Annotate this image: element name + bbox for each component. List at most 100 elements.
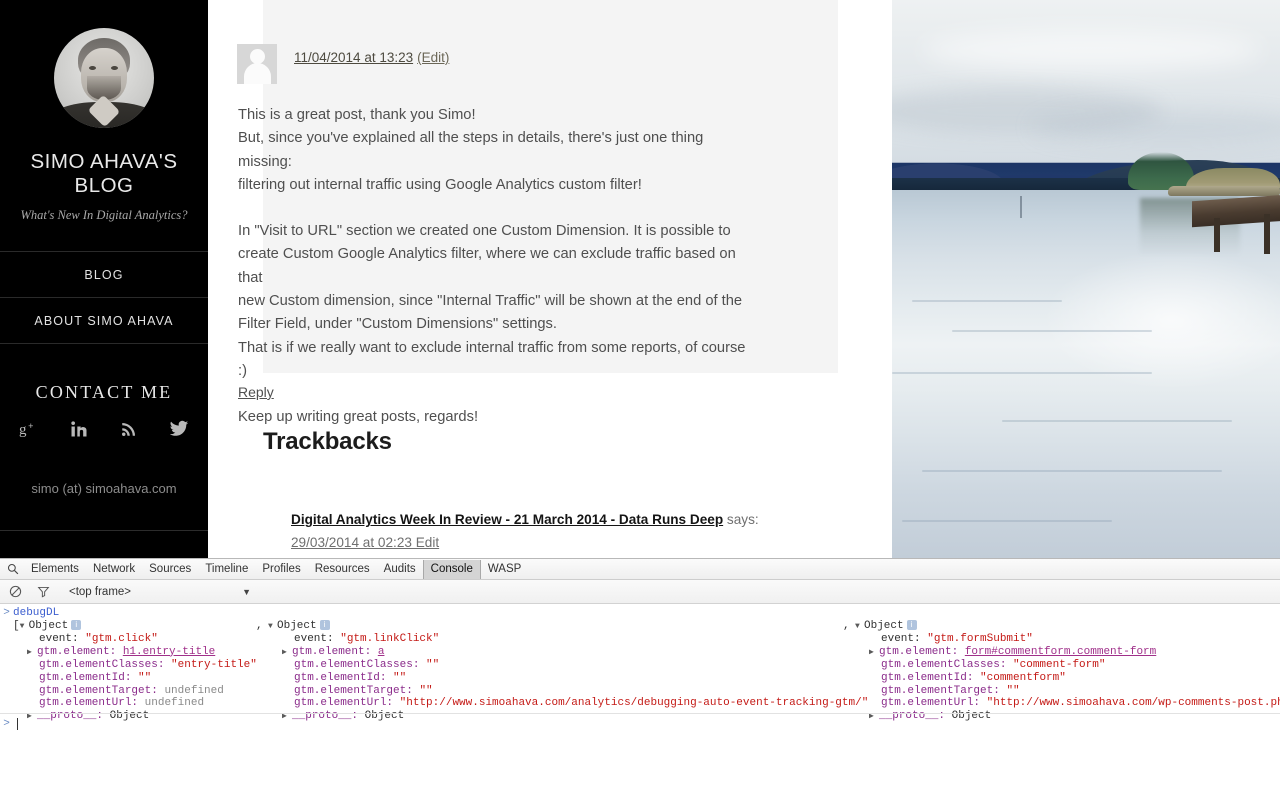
comment-line: Keep up writing great posts, regards!	[238, 409, 479, 426]
photo-water-shimmer	[1042, 250, 1280, 390]
comment-text: This is a great post, thank you Simo! Bu…	[238, 104, 758, 430]
console-result-array: [▼ Object i event: "gtm.click" ▶ gtm.elemen…	[0, 619, 1280, 722]
console-object-1: [▼ Object i event: "gtm.click" ▶ gtm.elemen…	[13, 619, 263, 724]
trackback-says-label: says:	[723, 512, 759, 527]
object-header[interactable]: ▼ Object i	[268, 619, 843, 634]
comment-meta: 11/04/2014 at 13:23 (Edit)	[294, 50, 449, 65]
trackback-date-link[interactable]: 29/03/2014 at 02:23 Edit	[291, 531, 851, 554]
console-output[interactable]: > debugDL [▼ Object i event: "gtm.click" ▶…	[0, 605, 1280, 800]
search-icon[interactable]	[2, 563, 24, 575]
contact-email: simo (at) simoahava.com	[31, 481, 177, 496]
sidebar-nav: BLOG ABOUT SIMO AHAVA	[0, 251, 208, 344]
devtools-tab-wasp[interactable]: WASP	[481, 560, 528, 579]
sidebar-divider	[0, 530, 208, 531]
devtools-tab-elements[interactable]: Elements	[24, 560, 86, 579]
object-label: Object	[28, 619, 69, 632]
comment-date-link[interactable]: 11/04/2014 at 13:23	[294, 50, 413, 65]
clear-console-icon[interactable]	[5, 583, 25, 601]
prompt-symbol: >	[3, 607, 10, 619]
sidebar-item-about-simo-ahava[interactable]: ABOUT SIMO AHAVA	[0, 298, 208, 344]
console-property: gtm.elementId: ""	[39, 671, 152, 684]
comment-line: filtering out internal traffic using Goo…	[238, 176, 642, 193]
console-object-2: ▼ Object i event: "gtm.linkClick" ▶ gtm.ele…	[268, 619, 869, 724]
info-icon[interactable]: i	[71, 619, 82, 630]
object-label: Object	[277, 619, 317, 632]
trackbacks-heading: Trackbacks	[263, 428, 392, 455]
trackback-title-link[interactable]: Digital Analytics Week In Review - 21 Ma…	[291, 512, 723, 527]
console-property: gtm.elementUrl: undefined	[39, 697, 205, 710]
console-property: event: "gtm.formSubmit"	[881, 633, 1033, 646]
devtools-tab-resources[interactable]: Resources	[308, 560, 377, 579]
svg-text:+: +	[28, 421, 33, 431]
console-property: gtm.elementUrl: "http://www.simoahava.co…	[881, 697, 1280, 710]
comment-line: In "Visit to URL" section we created one…	[238, 223, 731, 240]
console-property[interactable]: ▶ gtm.element: a	[268, 646, 843, 660]
avatar	[0, 0, 208, 128]
comment-line: new Custom dimension, since "Internal Tr…	[238, 293, 743, 310]
filter-icon[interactable]	[33, 583, 53, 601]
twitter-icon[interactable]	[167, 417, 191, 441]
social-links: g +	[0, 417, 208, 441]
info-icon[interactable]: i	[906, 619, 917, 630]
array-open-bracket: [	[13, 619, 20, 632]
frame-selector[interactable]: <top frame> ▼	[61, 586, 251, 598]
object-label: Object	[864, 619, 904, 632]
console-property: gtm.elementUrl: "http://www.simoahava.co…	[294, 697, 869, 710]
google-plus-icon[interactable]: g +	[17, 417, 41, 441]
console-property: gtm.elementId: ""	[294, 671, 407, 684]
comment-edit-link[interactable]: (Edit)	[417, 50, 449, 65]
devtools-tab-sources[interactable]: Sources	[142, 560, 198, 579]
array-comma: ,	[256, 619, 263, 632]
console-property: gtm.elementClasses: ""	[294, 659, 440, 672]
trackback-item: Digital Analytics Week In Review - 21 Ma…	[291, 508, 851, 554]
photo-cloud	[922, 30, 1262, 70]
sidebar-item-blog[interactable]: BLOG	[0, 252, 208, 298]
array-comma: ,	[843, 619, 850, 632]
prompt-symbol: >	[3, 717, 10, 730]
console-expression: debugDL	[13, 607, 60, 619]
browser-page: SIMO AHAVA'S BLOG What's New In Digital …	[0, 0, 1280, 558]
comment-line: create Custom Google Analytics filter, w…	[238, 246, 736, 286]
photo-pole	[1020, 196, 1022, 218]
reply-link[interactable]: Reply	[238, 384, 274, 400]
console-property: event: "gtm.linkClick"	[294, 633, 440, 646]
object-header[interactable]: ▼ Object i	[855, 619, 1275, 634]
devtools-tab-profiles[interactable]: Profiles	[255, 560, 307, 579]
rss-icon[interactable]	[117, 417, 141, 441]
svg-text:g: g	[19, 422, 27, 438]
devtools-tab-timeline[interactable]: Timeline	[198, 560, 255, 579]
devtools-tabbar: Elements Network Sources Timeline Profil…	[0, 559, 1280, 580]
console-property: gtm.elementTarget: undefined	[39, 684, 224, 697]
devtools-tab-audits[interactable]: Audits	[377, 560, 423, 579]
comment-line: Filter Field, under "Custom Dimensions" …	[238, 316, 557, 333]
console-property: gtm.elementTarget: ""	[881, 684, 1020, 697]
object-header[interactable]: [▼ Object i	[13, 619, 263, 634]
console-property: gtm.elementClasses: "entry-title"	[39, 659, 257, 672]
devtools-tab-console[interactable]: Console	[422, 559, 481, 579]
console-property: gtm.elementId: "commentform"	[881, 671, 1066, 684]
lake-landscape-photo	[892, 0, 1280, 558]
blog-title: SIMO AHAVA'S BLOG	[30, 150, 178, 197]
console-object-3: ▼ Object i event: "gtm.formSubmit" ▶ gtm.el…	[855, 619, 1280, 724]
console-property: gtm.elementClasses: "comment-form"	[881, 659, 1106, 672]
console-property[interactable]: ▶ gtm.element: h1.entry-title	[13, 646, 263, 660]
screen: SIMO AHAVA'S BLOG What's New In Digital …	[0, 0, 1280, 800]
console-property: event: "gtm.click"	[39, 633, 158, 646]
linkedin-icon[interactable]	[67, 417, 91, 441]
frame-selector-value: <top frame>	[69, 585, 132, 598]
blog-tagline: What's New In Digital Analytics?	[20, 208, 188, 222]
blog-sidebar: SIMO AHAVA'S BLOG What's New In Digital …	[0, 0, 208, 558]
console-input-echo: > debugDL	[0, 605, 1280, 620]
post-content: 11/04/2014 at 13:23 (Edit) This is a grea…	[208, 0, 892, 558]
console-divider	[0, 713, 1280, 714]
comment-line: But, since you've explained all the step…	[238, 130, 704, 170]
console-property[interactable]: ▶ gtm.element: form#commentform.comment-f…	[855, 646, 1275, 660]
console-prompt-row[interactable]: >	[0, 715, 1280, 733]
comment-line: This is a great post, thank you Simo!	[238, 107, 476, 123]
comment-line: That is if we really want to exclude int…	[238, 339, 746, 379]
info-icon[interactable]: i	[319, 619, 330, 630]
chevron-down-icon: ▼	[242, 586, 251, 597]
devtools-tab-network[interactable]: Network	[86, 560, 142, 579]
